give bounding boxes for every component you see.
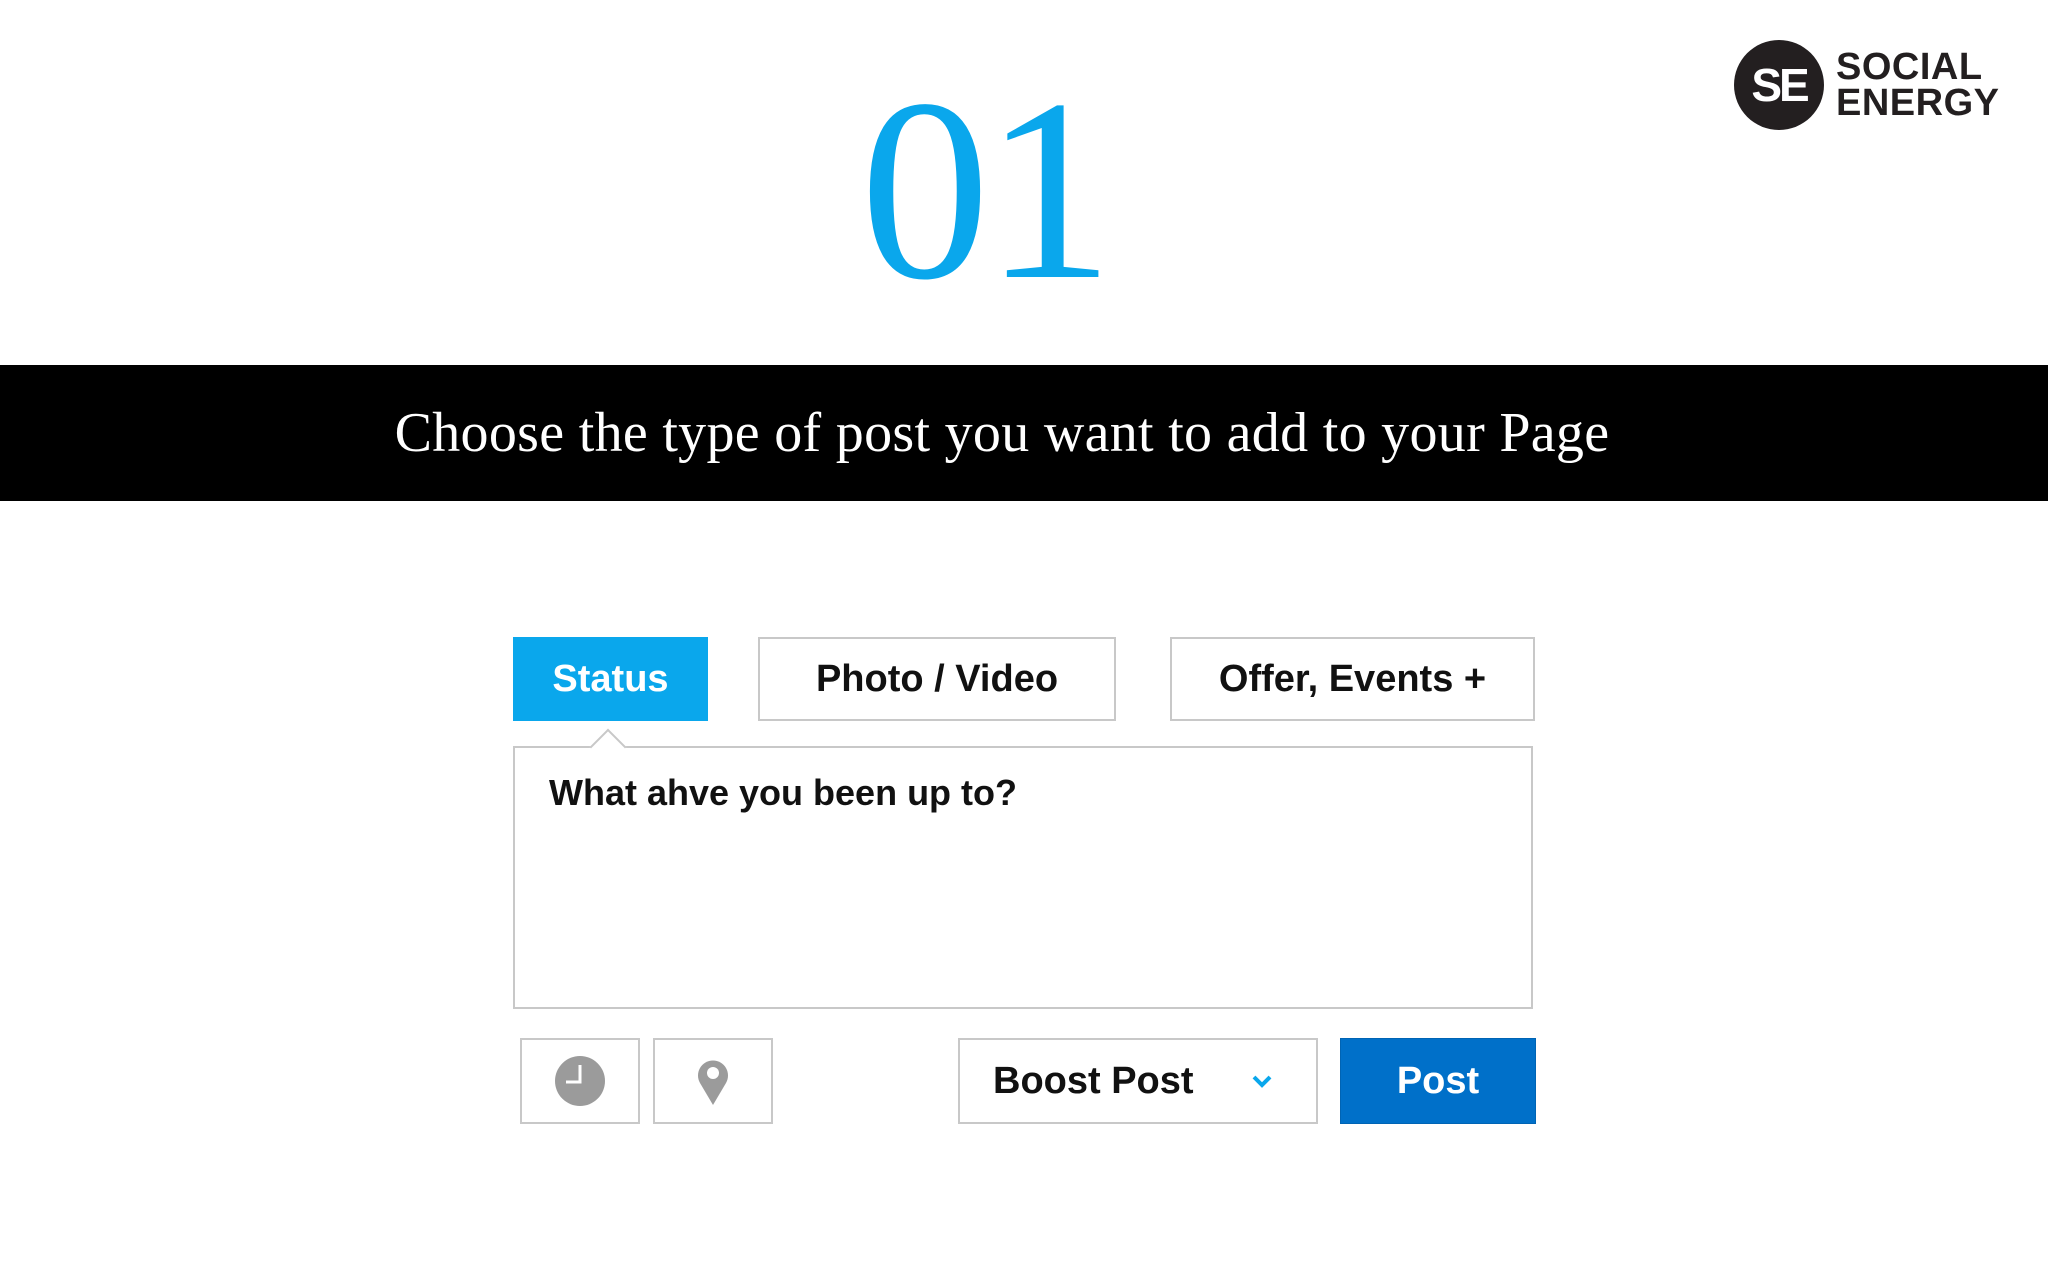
boost-post-label: Boost Post	[993, 1059, 1194, 1102]
location-button[interactable]	[653, 1038, 773, 1124]
tab-photo-video[interactable]: Photo / Video	[758, 637, 1116, 721]
tab-offer-events[interactable]: Offer, Events +	[1170, 637, 1535, 721]
brand-mark: SE	[1734, 40, 1824, 130]
instruction-banner: Choose the type of post you want to add …	[0, 365, 2048, 501]
page: 01 SE SOCIAL ENERGY Choose the type of p…	[0, 0, 2048, 1280]
brand-name-line1: SOCIAL	[1836, 46, 1983, 88]
tab-status[interactable]: Status	[513, 637, 708, 721]
brand-logo: SE SOCIAL ENERGY	[1734, 40, 1999, 130]
post-button[interactable]: Post	[1340, 1038, 1536, 1124]
status-composer-box	[513, 728, 1533, 1009]
brand-name: SOCIAL ENERGY	[1836, 46, 2000, 124]
chevron-down-icon	[1252, 1075, 1272, 1088]
banner-text: Choose the type of post you want to add …	[394, 402, 1610, 464]
step-number: 01	[860, 46, 1114, 334]
status-input[interactable]	[515, 748, 1531, 1007]
brand-name-line2: ENERGY	[1836, 82, 2000, 124]
schedule-button[interactable]	[520, 1038, 640, 1124]
location-pin-icon	[698, 1060, 728, 1105]
boost-post-dropdown[interactable]: Boost Post	[958, 1038, 1318, 1124]
clock-icon	[555, 1056, 605, 1106]
